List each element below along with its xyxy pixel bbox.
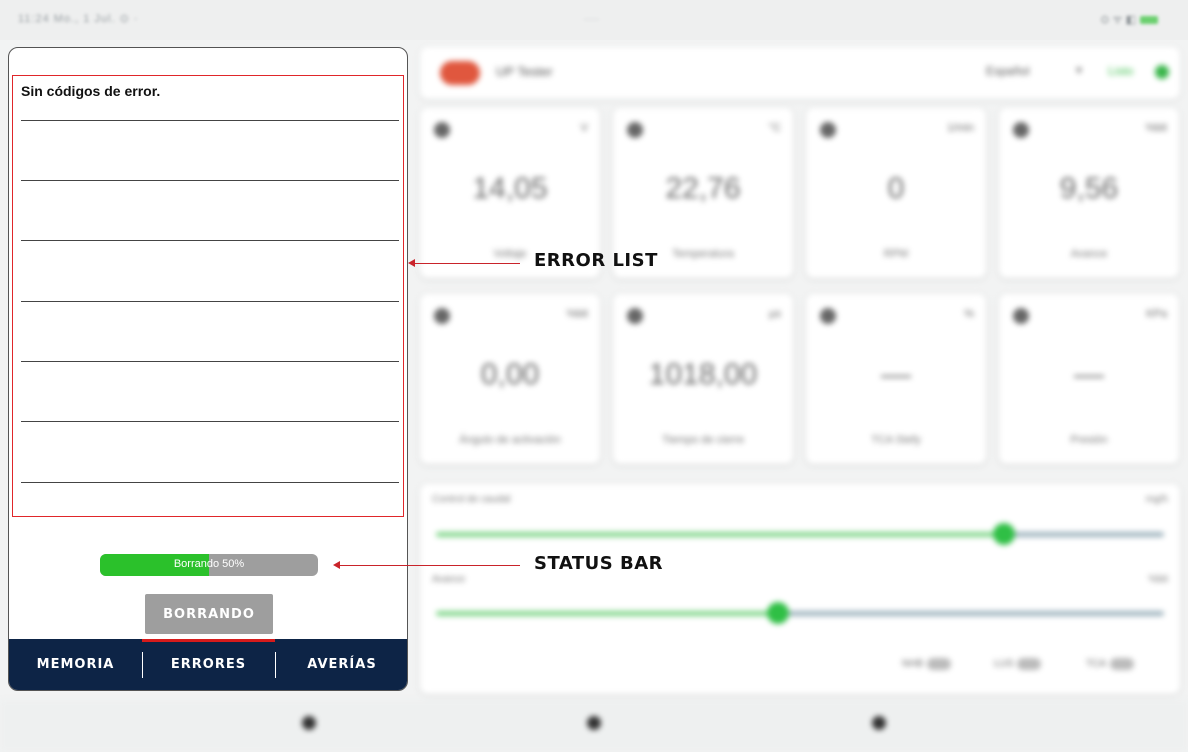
metric-unit: KPa [1146,308,1167,320]
metric-label: Ángulo de activación [459,434,561,446]
pressure-icon [1013,308,1029,324]
list-divider [21,180,399,181]
flow-control-label: Control de caudal [432,494,511,505]
list-divider [21,421,399,422]
list-divider [21,482,399,483]
list-divider [21,301,399,302]
error-list[interactable]: Sin códigos de error. [12,75,404,517]
metric-value: 0 [887,172,905,205]
error-dialog: Sin códigos de error. Borrando 50% BORRA… [8,47,408,691]
toggle-nhb[interactable]: NHB [902,658,952,670]
metric-label: Avance [1070,248,1108,260]
metric-card: 1/min 0 RPM [806,108,986,278]
toggle-tca[interactable]: TCA [1086,658,1134,670]
metric-label: RPM [883,248,909,260]
metric-value: 0,00 [480,358,540,391]
annotation-line [339,565,520,566]
erase-button[interactable]: BORRANDO [145,594,273,634]
metric-value: 14,05 [472,172,548,205]
metric-value: 1018,00 [648,358,758,391]
metric-card: µs 1018,00 Tiempo de cierre [613,294,793,464]
metric-value: — [881,358,911,391]
list-divider [21,120,399,121]
flow-slider-track [1003,532,1164,537]
progress-bar: Borrando 50% [100,554,318,576]
tab-averias[interactable]: AVERÍAS [275,639,407,690]
second-control-unit: %bit [1148,574,1168,585]
error-list-title: Sin códigos de error. [21,83,161,99]
metric-label: TCA Stefy [871,434,921,446]
metric-unit: %bit [1145,122,1167,134]
toggle-label: LUS [994,658,1014,670]
progress-text: Borrando 50% [173,558,245,570]
annotation-line [414,263,520,264]
list-divider [21,361,399,362]
app-logo-icon [440,61,480,85]
metric-unit: °C [768,122,781,134]
metric-unit: %bit [566,308,588,320]
back-icon[interactable] [872,716,886,730]
toggle-label: TCA [1086,658,1106,670]
toggle-label: NHB [902,658,924,670]
metric-unit: µs [769,308,781,320]
metric-label: Tiempo de cierre [661,434,745,446]
thermometer-icon [627,122,643,138]
tab-memoria[interactable]: MEMORIA [9,639,142,690]
metric-value: 9,56 [1059,172,1119,205]
second-control-label: Avance [432,574,466,585]
clock-icon [627,308,643,324]
toggle-lus[interactable]: LUS [994,658,1042,670]
battery-icon [434,122,450,138]
tab-bar: MEMORIA ERRORES AVERÍAS [9,639,407,690]
advance-icon [1013,122,1029,138]
language-select[interactable]: Español [986,64,1029,78]
flow-slider-thumb[interactable] [992,523,1015,545]
metric-value: — [1074,358,1104,391]
metric-label: Presión [1070,434,1108,446]
home-icon[interactable] [587,716,601,730]
app-title: UP Tester [496,64,553,79]
recents-icon[interactable] [302,716,316,730]
chevron-down-icon[interactable]: ▾ [1076,63,1082,77]
metric-unit: % [964,308,974,320]
second-slider-track [778,611,1164,616]
connection-dot-icon [1155,65,1169,79]
connection-status: Listo [1108,64,1134,78]
engine-icon [820,122,836,138]
annotation-error-list: ERROR LIST [534,250,658,271]
metric-card: KPa — Presión [999,294,1179,464]
second-slider-fill [436,611,779,616]
metric-card: % — TCA Stefy [806,294,986,464]
metric-value: 22,76 [665,172,741,205]
flow-control-unit: mg/h [1145,494,1168,505]
annotation-status-bar: STATUS BAR [534,553,664,574]
flow-slider-fill [436,532,1004,537]
controls-panel: Control de caudal mg/h Avance %bit NHB L… [420,484,1180,694]
metric-card: %bit 0,00 Ángulo de activación [420,294,600,464]
second-slider-thumb[interactable] [767,602,790,624]
metric-unit: V [580,122,588,134]
angle-icon [434,308,450,324]
metric-unit: 1/min [947,122,974,134]
tca-icon [820,308,836,324]
app-bar: UP Tester Español ▾ Listo [420,47,1180,99]
list-divider [21,240,399,241]
metric-card: %bit 9,56 Avance [999,108,1179,278]
tab-errores[interactable]: ERRORES [142,639,275,690]
